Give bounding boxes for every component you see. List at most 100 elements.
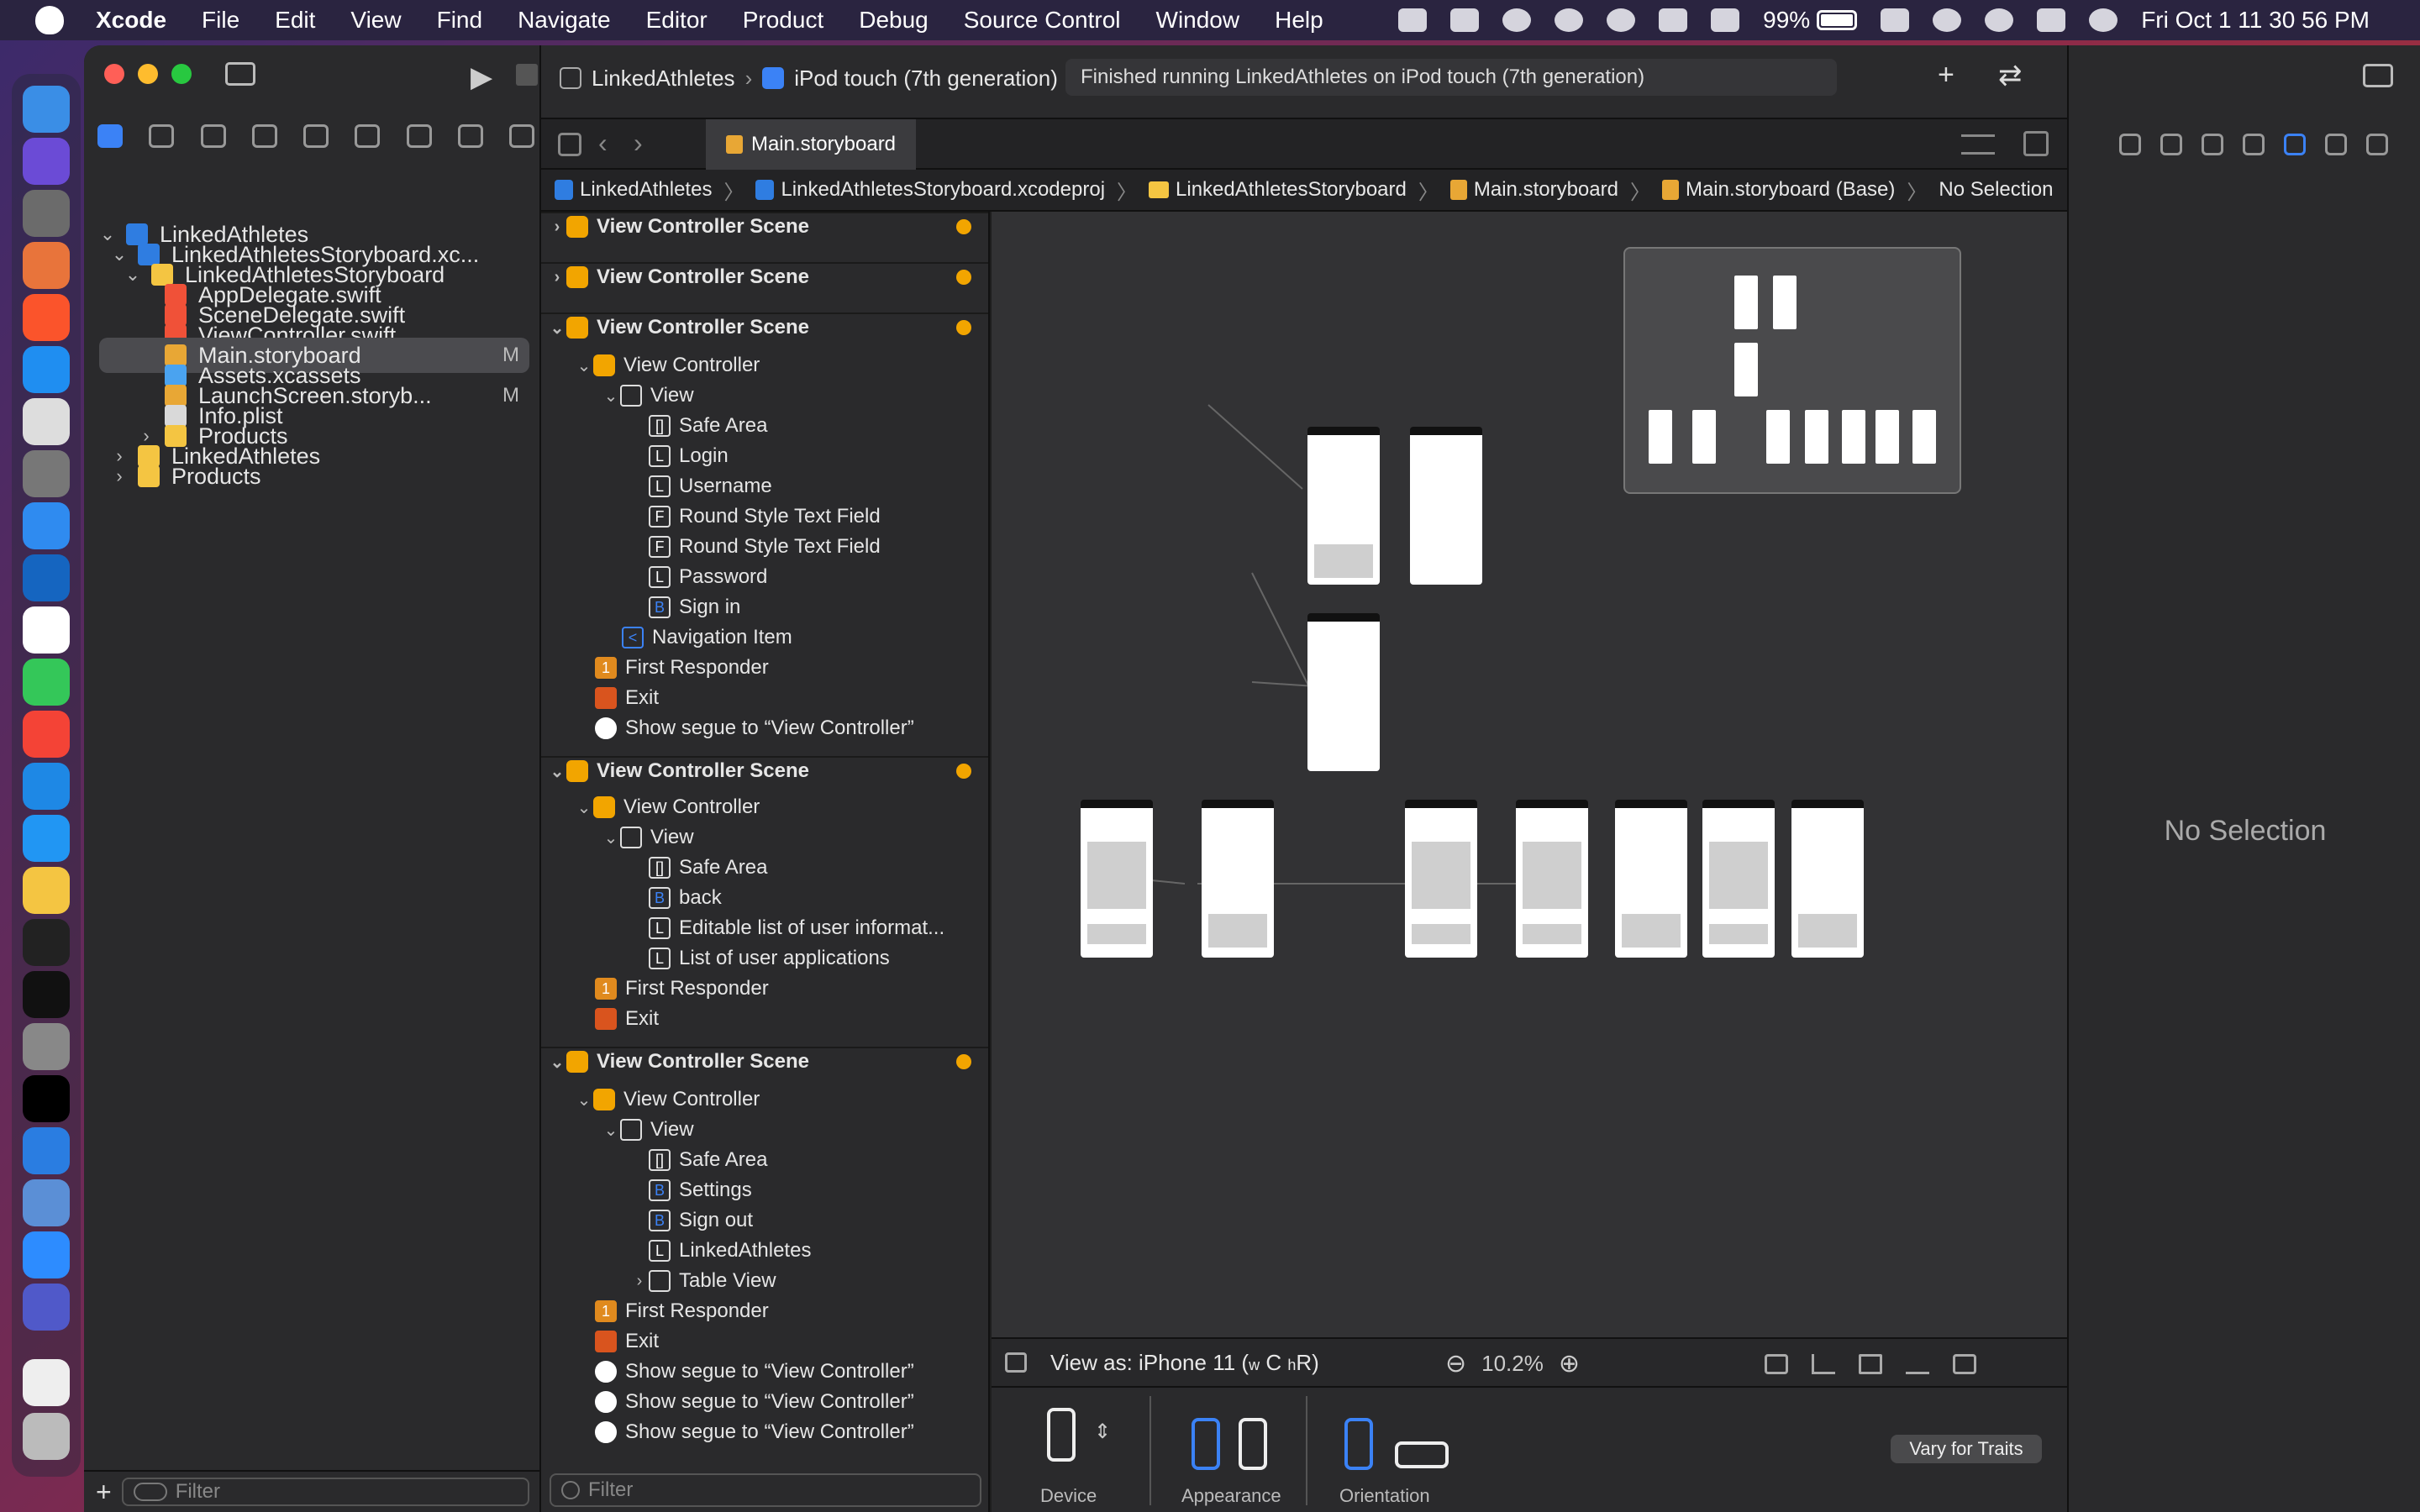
outline-view-controller[interactable]: ⌄ View Controller — [541, 793, 988, 822]
scene-thumbnail[interactable] — [1516, 800, 1588, 958]
outline-button-settings[interactable]: B Settings — [541, 1176, 988, 1205]
bluetooth-icon[interactable] — [1711, 8, 1740, 32]
menu-editor[interactable]: Editor — [646, 7, 708, 34]
finder-icon[interactable] — [23, 86, 70, 133]
chevron-down-icon[interactable]: ⌄ — [548, 761, 566, 782]
outline-textfield[interactable]: F Round Style Text Field — [541, 533, 988, 561]
source-control-navigator-icon[interactable] — [149, 124, 175, 148]
chevron-right-icon[interactable]: › — [111, 465, 128, 487]
embed-in-icon[interactable] — [1953, 1354, 1976, 1374]
system-preferences-icon[interactable] — [23, 1023, 70, 1070]
appearance-dark-icon[interactable] — [1239, 1418, 1267, 1470]
tab-main-storyboard[interactable]: Main.storyboard — [706, 119, 916, 170]
vpn-icon[interactable] — [1555, 8, 1584, 32]
scene-thumbnail[interactable] — [1081, 800, 1153, 958]
debug-navigator-icon[interactable] — [406, 124, 432, 148]
preview-icon[interactable] — [23, 1179, 70, 1226]
issue-navigator-icon[interactable] — [303, 124, 329, 148]
scheme-device[interactable]: iPod touch (7th generation) — [794, 66, 1058, 92]
chevron-down-icon[interactable]: ⌄ — [602, 827, 620, 848]
menu-edit[interactable]: Edit — [275, 7, 315, 34]
user-icon[interactable] — [1933, 8, 1962, 32]
outline-view[interactable]: ⌄ View — [541, 823, 988, 852]
scene-thumbnail[interactable] — [1307, 613, 1380, 771]
scene-thumbnail[interactable] — [1791, 800, 1864, 958]
outline-first-responder[interactable]: 1 First Responder — [541, 654, 988, 682]
outline-label-login[interactable]: L Login — [541, 442, 988, 470]
document-icon[interactable] — [23, 1359, 70, 1406]
navigator-filter-input[interactable]: Filter — [121, 1478, 529, 1506]
breakpoint-navigator-icon[interactable] — [457, 124, 483, 148]
quick-help-icon[interactable] — [2202, 134, 2223, 155]
chevron-down-icon[interactable]: ⌄ — [548, 1052, 566, 1073]
stop-button[interactable] — [516, 64, 538, 86]
app-store-icon[interactable] — [23, 763, 70, 810]
outline-scene[interactable]: ⌄ View Controller Scene — [541, 1047, 988, 1075]
orientation-landscape-icon[interactable] — [1395, 1441, 1449, 1468]
scene-thumbnail[interactable] — [1307, 427, 1380, 585]
battery-status[interactable]: 99% — [1763, 7, 1858, 34]
orientation-portrait-icon[interactable] — [1344, 1418, 1373, 1470]
resolve-issues-icon[interactable] — [1906, 1354, 1929, 1374]
outline-view-controller[interactable]: ⌄ View Controller — [541, 351, 988, 380]
menu-file[interactable]: File — [202, 7, 239, 34]
close-window-button[interactable] — [104, 64, 124, 84]
outline-segue[interactable]: Show segue to “View Controller” — [541, 1357, 988, 1386]
zoom-out-icon[interactable]: ⊖ — [1445, 1349, 1466, 1378]
vary-for-traits-button[interactable]: Vary for Traits — [1891, 1435, 2042, 1463]
globe-icon[interactable] — [1502, 8, 1532, 32]
history-inspector-icon[interactable] — [2160, 134, 2182, 155]
report-navigator-icon[interactable] — [509, 124, 534, 148]
document-outline-toggle-icon[interactable] — [1005, 1352, 1027, 1373]
menu-clock[interactable]: Fri Oct 1 11 30 56 PM — [2141, 7, 2370, 34]
tree-item-products[interactable]: › Products — [99, 459, 529, 494]
code-review-icon[interactable]: ⇄ — [1998, 59, 2023, 92]
cloud-upload-icon[interactable] — [1450, 8, 1480, 32]
sidebar-toggle-icon[interactable] — [225, 62, 255, 86]
size-inspector-icon[interactable] — [2325, 134, 2347, 155]
chevron-down-icon[interactable]: ⌄ — [602, 1120, 620, 1141]
terminal-icon[interactable] — [23, 971, 70, 1018]
outline-segue[interactable]: Show segue to “View Controller” — [541, 1388, 988, 1416]
outline-safe-area[interactable]: [] Safe Area — [541, 853, 988, 882]
outline-scene[interactable]: ⌄ View Controller Scene — [541, 756, 988, 785]
jumpbar-localization[interactable]: Main.storyboard (Base) — [1686, 178, 1895, 202]
menu-debug[interactable]: Debug — [859, 7, 929, 34]
jumpbar-xcodeproj[interactable]: LinkedAthletesStoryboard.xcodeproj — [781, 178, 1105, 202]
menu-navigate[interactable]: Navigate — [518, 7, 611, 34]
menu-app-name[interactable]: Xcode — [96, 7, 166, 34]
view-as-button[interactable]: View as: iPhone 11 (w C hR) — [1050, 1350, 1319, 1376]
xcode-icon[interactable] — [23, 815, 70, 862]
scene-thumbnail[interactable] — [1405, 800, 1477, 958]
scene-thumbnail[interactable] — [1202, 800, 1274, 958]
chevron-right-icon[interactable]: › — [548, 268, 566, 287]
menu-view[interactable]: View — [350, 7, 401, 34]
control-center-icon[interactable] — [2037, 8, 2066, 32]
brave-icon[interactable] — [23, 294, 70, 341]
outline-button-back[interactable]: B back — [541, 884, 988, 912]
menu-help[interactable]: Help — [1275, 7, 1323, 34]
inspector-toggle-icon[interactable] — [2363, 64, 2393, 87]
messages-icon[interactable] — [23, 659, 70, 706]
project-navigator-icon[interactable] — [97, 124, 123, 148]
outline-first-responder[interactable]: 1 First Responder — [541, 1297, 988, 1326]
file-inspector-icon[interactable] — [2119, 134, 2141, 155]
menu-window[interactable]: Window — [1156, 7, 1240, 34]
update-frames-icon[interactable] — [1765, 1354, 1788, 1374]
chrome-icon[interactable] — [23, 398, 70, 445]
outline-scene[interactable]: ⌄ View Controller Scene — [541, 312, 988, 341]
add-constraints-icon[interactable] — [1859, 1354, 1882, 1374]
test-navigator-icon[interactable] — [355, 124, 381, 148]
screenshot-icon[interactable] — [23, 190, 70, 237]
siri-app-icon[interactable] — [23, 138, 70, 185]
find-navigator-icon[interactable] — [251, 124, 277, 148]
zoom-level[interactable]: 10.2% — [1481, 1351, 1544, 1377]
back-arrow-icon[interactable]: ‹ — [598, 128, 608, 159]
outline-exit[interactable]: Exit — [541, 684, 988, 712]
outline-button-signout[interactable]: B Sign out — [541, 1206, 988, 1235]
news-icon[interactable] — [23, 711, 70, 758]
scene-thumbnail[interactable] — [1410, 427, 1482, 585]
help-icon[interactable] — [23, 450, 70, 497]
chevron-updown-icon[interactable]: ⇕ — [1094, 1420, 1111, 1444]
outline-first-responder[interactable]: 1 First Responder — [541, 974, 988, 1003]
